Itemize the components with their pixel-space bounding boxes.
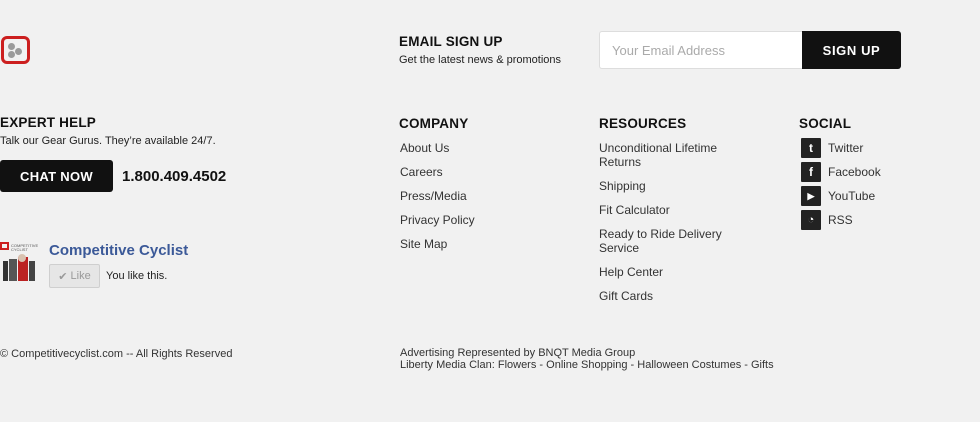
logo-dot [8,43,15,50]
resources-link[interactable]: Help Center [599,265,749,279]
resources-link[interactable]: Unconditional Lifetime Returns [599,141,749,169]
check-icon: ✔ [58,270,68,283]
media-clan-links: Liberty Media Clan: Flowers - Online Sho… [400,359,774,371]
like-status: You like this. [106,270,168,282]
social-links: t Twitter f Facebook ▶ YouTube ◔ RSS [801,138,951,234]
copyright: © Competitivecyclist.com -- All Rights R… [0,348,233,360]
clan-link-flowers[interactable]: Flowers [498,359,537,371]
expert-help-heading: EXPERT HELP [0,115,96,130]
signup-button[interactable]: SIGN UP [802,31,901,69]
social-label: RSS [828,213,853,227]
separator: - [536,359,547,371]
rss-icon: ◔ [801,210,821,230]
facebook-page-name[interactable]: Competitive Cyclist [49,242,188,259]
clan-link-halloween-costumes[interactable]: Halloween Costumes [637,359,741,371]
company-heading: COMPANY [399,116,469,131]
phone-number[interactable]: 1.800.409.4502 [122,168,226,185]
social-link-twitter[interactable]: t Twitter [801,138,951,158]
clan-link-online-shopping[interactable]: Online Shopping [546,359,627,371]
separator: - [741,359,751,371]
company-links: About Us Careers Press/Media Privacy Pol… [400,141,580,261]
youtube-icon: ▶ [801,186,821,206]
clan-prefix: Liberty Media Clan: [400,359,495,371]
company-link[interactable]: Careers [400,165,580,179]
svg-text:CYCLIST: CYCLIST [11,247,28,252]
logo-dot [15,48,22,55]
social-label: Facebook [828,165,881,179]
clan-link-gifts[interactable]: Gifts [751,359,774,371]
social-link-youtube[interactable]: ▶ YouTube [801,186,951,206]
email-signup-subtext: Get the latest news & promotions [399,54,562,66]
resources-link[interactable]: Gift Cards [599,289,749,303]
email-input[interactable] [599,31,803,69]
social-label: YouTube [828,189,876,203]
social-label: Twitter [828,141,864,155]
social-heading: SOCIAL [799,116,852,131]
company-link[interactable]: Site Map [400,237,580,251]
social-link-facebook[interactable]: f Facebook [801,162,951,182]
company-link[interactable]: About Us [400,141,580,155]
like-label: Like [70,270,91,282]
resources-link[interactable]: Fit Calculator [599,203,749,217]
logo-dot [8,51,15,58]
expert-help-subtext: Talk our Gear Gurus. They’re available 2… [0,135,216,147]
brand-logo-icon[interactable] [1,36,30,64]
social-link-rss[interactable]: ◔ RSS [801,210,951,230]
separator: - [627,359,638,371]
email-signup-heading: EMAIL SIGN UP [399,34,503,49]
resources-links: Unconditional Lifetime Returns Shipping … [599,141,749,313]
advertising-note: Advertising Represented by BNQT Media Gr… [400,347,636,359]
resources-link[interactable]: Shipping [599,179,749,193]
facebook-icon: f [801,162,821,182]
resources-heading: RESOURCES [599,116,687,131]
resources-link[interactable]: Ready to Ride Delivery Service [599,227,749,255]
company-link[interactable]: Privacy Policy [400,213,580,227]
twitter-icon: t [801,138,821,158]
chat-now-button[interactable]: CHAT NOW [0,160,113,192]
facebook-page-badge[interactable]: COMPETITIVE CYCLIST [0,241,40,283]
company-link[interactable]: Press/Media [400,189,580,203]
facebook-like-button[interactable]: ✔ Like [49,264,100,288]
